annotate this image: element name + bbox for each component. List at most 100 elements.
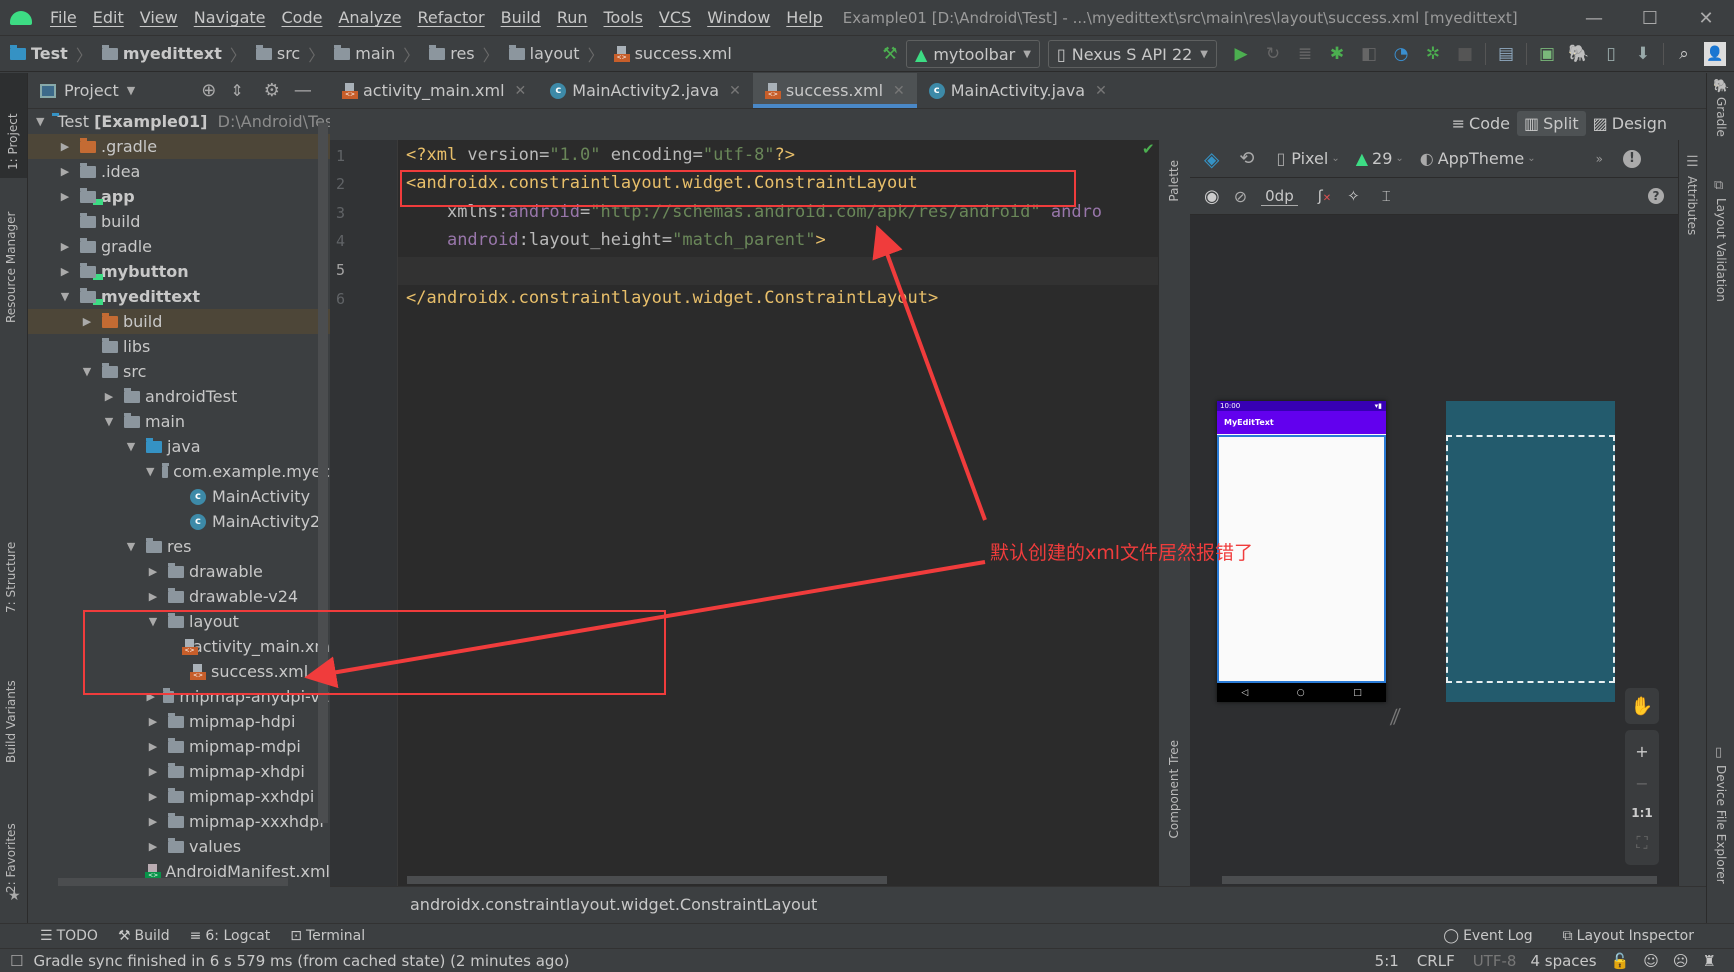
breadcrumb-test[interactable]: Test 〉 xyxy=(10,42,92,66)
menu-tools[interactable]: Tools xyxy=(604,8,643,27)
menu-navigate[interactable]: Navigate xyxy=(194,8,266,27)
project-scrollbar[interactable] xyxy=(318,123,328,823)
tool-tab-project[interactable]: 1: Project xyxy=(0,73,27,178)
menu-window[interactable]: Window xyxy=(707,8,770,27)
split-mode-button[interactable]: ▥ Split xyxy=(1517,111,1586,136)
editor-hscrollbar[interactable] xyxy=(407,876,887,884)
tree-item[interactable]: ▼ res xyxy=(28,534,330,559)
sdk-manager-icon[interactable]: ⬇ xyxy=(1627,38,1659,70)
attributes-tab[interactable]: Attributes xyxy=(1685,176,1699,235)
run-config-dropdown[interactable]: ▲ mytoolbar ▼ xyxy=(906,40,1040,68)
tree-item[interactable]: ▶ drawable xyxy=(28,559,330,584)
close-tab-icon[interactable]: ✕ xyxy=(515,83,527,99)
tree-item[interactable]: ▶ mipmap-xxhdpi xyxy=(28,784,330,809)
expand-toggle-icon[interactable]: ▶ xyxy=(146,715,160,728)
indent-setting[interactable]: 4 spaces xyxy=(1530,952,1596,970)
inspector-hat-icon[interactable]: ♜ xyxy=(1703,952,1716,970)
toggle-tool-windows-icon[interactable]: ☐ xyxy=(10,952,23,970)
zoom-out-button[interactable]: − xyxy=(1635,774,1648,793)
project-hscrollbar[interactable] xyxy=(58,878,288,886)
menu-file[interactable]: File xyxy=(50,8,77,27)
close-tab-icon[interactable]: ✕ xyxy=(893,83,905,99)
close-tab-icon[interactable]: ✕ xyxy=(1095,83,1107,99)
tree-item[interactable]: ▶ build xyxy=(28,309,330,334)
tree-item[interactable]: ▶ .idea xyxy=(28,159,330,184)
expand-toggle-icon[interactable]: ▶ xyxy=(58,265,72,278)
menu-help[interactable]: Help xyxy=(786,8,822,27)
code-editor[interactable] xyxy=(330,140,1158,886)
expand-toggle-icon[interactable]: ▶ xyxy=(146,765,160,778)
close-button[interactable]: ✕ xyxy=(1678,0,1734,36)
lock-icon[interactable]: 🔓 xyxy=(1611,952,1630,970)
project-structure-icon[interactable]: ▤ xyxy=(1490,38,1522,70)
logcat-tool-button[interactable]: ≡ 6: Logcat xyxy=(190,928,271,944)
expand-toggle-icon[interactable]: ▶ xyxy=(58,190,72,203)
tree-item[interactable]: ▶ mipmap-hdpi xyxy=(28,709,330,734)
stop-icon[interactable]: ■ xyxy=(1449,38,1481,70)
avd-manager-icon[interactable]: ▯ xyxy=(1595,38,1627,70)
zoom-to-fit-button[interactable]: ⛶ xyxy=(1636,833,1647,853)
expand-toggle-icon[interactable]: ▼ xyxy=(102,415,116,428)
attach-debugger-icon[interactable]: ◧ xyxy=(1353,38,1385,70)
tree-item[interactable]: ▼ myedittext xyxy=(28,284,330,309)
tree-item[interactable]: c MainActivity2 xyxy=(28,509,330,534)
todo-tool-button[interactable]: ☰ TODO xyxy=(40,928,98,944)
tree-item[interactable]: ▼ com.example.myec xyxy=(28,459,330,484)
zoom-one-to-one-button[interactable]: 1:1 xyxy=(1631,806,1653,820)
menu-analyze[interactable]: Analyze xyxy=(338,8,401,27)
tree-root[interactable]: ▼ Test [Example01] D:\Android\Test xyxy=(28,109,330,134)
line-separator[interactable]: CRLF xyxy=(1417,952,1455,970)
tree-item[interactable]: c MainActivity xyxy=(28,484,330,509)
hammer-build-icon[interactable]: ⚒ xyxy=(874,38,906,70)
tree-item[interactable]: ▼ java xyxy=(28,434,330,459)
run-anything-icon[interactable]: ▣ xyxy=(1531,38,1563,70)
smile-feedback-icon[interactable]: ☺ xyxy=(1643,952,1659,970)
breadcrumb-layout[interactable]: layout 〉 xyxy=(508,42,604,66)
profile-icon[interactable]: ◔ xyxy=(1385,38,1417,70)
expand-toggle-icon[interactable]: ▶ xyxy=(146,840,160,853)
frown-feedback-icon[interactable]: ☹ xyxy=(1673,952,1689,970)
blueprint-preview[interactable] xyxy=(1446,401,1615,702)
expand-toggle-icon[interactable]: ▶ xyxy=(80,315,94,328)
code-mode-button[interactable]: ≡ Code xyxy=(1445,111,1517,136)
breadcrumb-success-xml[interactable]: success.xml xyxy=(613,44,732,63)
chevron-down-icon[interactable]: ▼ xyxy=(127,84,135,97)
tool-tab-build-variants[interactable]: Build Variants xyxy=(4,668,18,763)
tree-item[interactable]: ▶ drawable-v24 xyxy=(28,584,330,609)
expand-toggle-icon[interactable]: ▶ xyxy=(102,390,116,403)
event-log-button[interactable]: ◯ Event Log xyxy=(1443,928,1532,944)
tree-item[interactable]: ▶ mipmap-mdpi xyxy=(28,734,330,759)
expand-toggle-icon[interactable]: ▶ xyxy=(146,790,160,803)
guidelines-icon[interactable]: ⌶ xyxy=(1382,187,1391,205)
tree-item[interactable]: ▶ mybutton xyxy=(28,259,330,284)
design-mode-button[interactable]: ▨ Design xyxy=(1586,111,1674,136)
clear-constraints-icon[interactable]: ʃ✕ xyxy=(1318,187,1331,205)
tree-item[interactable]: ▶ mipmap-xxxhdpi xyxy=(28,809,330,834)
expand-toggle-icon[interactable]: ▶ xyxy=(58,165,72,178)
apply-code-changes-icon[interactable]: ≣ xyxy=(1289,38,1321,70)
tab-mainactivity-java[interactable]: c MainActivity.java ✕ xyxy=(917,73,1119,108)
expand-toggle-icon[interactable]: ▶ xyxy=(58,140,72,153)
more-icon[interactable]: » xyxy=(1596,152,1603,166)
file-encoding[interactable]: UTF-8 xyxy=(1473,952,1517,970)
warning-icon[interactable]: ! xyxy=(1622,149,1641,168)
collapse-all-icon[interactable]: ⇕ xyxy=(230,81,243,100)
minimize-button[interactable]: — xyxy=(1566,0,1622,36)
tree-item[interactable]: ▶ mipmap-xhdpi xyxy=(28,759,330,784)
menu-view[interactable]: View xyxy=(140,8,178,27)
expand-toggle-icon[interactable]: ▼ xyxy=(36,115,44,128)
default-margin-selector[interactable]: 0dp xyxy=(1261,187,1298,206)
locate-icon[interactable]: ⊕ xyxy=(201,80,216,101)
tree-item[interactable]: ▶ app xyxy=(28,184,330,209)
layout-inspector-button[interactable]: ⧉ Layout Inspector xyxy=(1563,928,1694,944)
tree-item[interactable]: ▼ src xyxy=(28,359,330,384)
breadcrumb-main[interactable]: main 〉 xyxy=(334,42,419,66)
attach-process-icon[interactable]: ✲ xyxy=(1417,38,1449,70)
expand-toggle-icon[interactable]: ▼ xyxy=(124,440,138,453)
project-view-selector[interactable]: Project xyxy=(64,81,119,100)
expand-toggle-icon[interactable]: ▶ xyxy=(146,590,160,603)
menu-vcs[interactable]: VCS xyxy=(659,8,691,27)
device-selector[interactable]: Pixel xyxy=(1291,149,1328,168)
tree-item[interactable]: ▼ main xyxy=(28,409,330,434)
expand-toggle-icon[interactable]: ▼ xyxy=(124,540,138,553)
